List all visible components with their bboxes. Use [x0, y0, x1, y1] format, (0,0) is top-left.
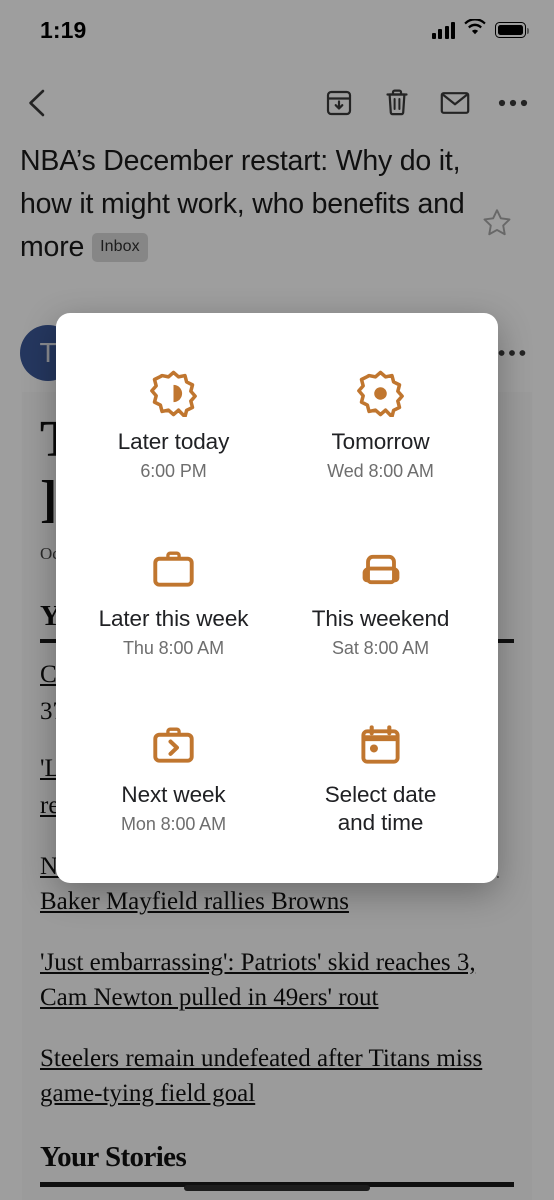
calendar-icon	[358, 724, 403, 768]
status-indicators	[431, 18, 530, 41]
snooze-option-select-date-and-time[interactable]: Select date and time	[277, 706, 484, 883]
snooze-option-time: Wed 8:00 AM	[327, 461, 434, 481]
sun-half-icon	[150, 370, 197, 417]
snooze-option-later-today[interactable]: Later today 6:00 PM	[70, 353, 277, 530]
sun-icon	[357, 370, 404, 417]
snooze-option-next-week[interactable]: Next week Mon 8:00 AM	[70, 706, 277, 883]
snooze-option-label: This weekend	[311, 605, 450, 631]
briefcase-arrow-icon	[150, 724, 197, 768]
signal-bars-icon	[431, 21, 455, 39]
snooze-option-later-this-week[interactable]: Later this week Thu 8:00 AM	[70, 530, 277, 707]
home-indicator	[184, 1185, 370, 1191]
snooze-option-label: Next week	[121, 782, 226, 808]
battery-icon	[495, 22, 530, 38]
newsletter-section-heading-2: Your Stories	[40, 1141, 187, 1173]
snooze-option-time: Mon 8:00 AM	[121, 814, 226, 835]
subject-row: NBA’s December restart: Why do it, how i…	[0, 140, 554, 269]
snooze-option-label: Select date and time	[324, 782, 437, 836]
status-time: 1:19	[40, 16, 87, 43]
snooze-option-tomorrow[interactable]: Tomorrow Wed 8:00 AM	[277, 353, 484, 530]
snooze-option-label: Later this week	[98, 605, 249, 631]
label-chip-inbox: Inbox	[92, 233, 148, 262]
wifi-icon	[464, 18, 486, 41]
briefcase-icon	[150, 548, 197, 592]
snooze-options-grid: Later today 6:00 PM Tomorrow Wed 8:00 AM	[70, 353, 484, 883]
snooze-option-time: Sat 8:00 AM	[332, 637, 429, 658]
delete-button[interactable]	[368, 74, 426, 132]
snooze-dialog: Later today 6:00 PM Tomorrow Wed 8:00 AM	[56, 313, 498, 883]
page-title: NBA’s December restart: Why do it, how i…	[20, 140, 475, 269]
list-item[interactable]: Steelers remain undefeated after Titans …	[40, 1041, 514, 1111]
sofa-icon	[356, 548, 406, 592]
list-item[interactable]: 'Just embarrassing': Patriots' skid reac…	[40, 945, 514, 1015]
snooze-option-this-weekend[interactable]: This weekend Sat 8:00 AM	[277, 530, 484, 707]
subject-text: NBA’s December restart: Why do it, how i…	[20, 145, 465, 263]
mark-unread-button[interactable]	[426, 74, 484, 132]
snooze-option-label: Tomorrow	[331, 429, 430, 454]
archive-button[interactable]	[310, 74, 368, 132]
email-toolbar	[0, 74, 554, 132]
back-button[interactable]	[8, 74, 66, 132]
star-button[interactable]	[475, 200, 519, 244]
snooze-option-time: Thu 8:00 AM	[123, 637, 224, 658]
status-bar: 1:19	[0, 0, 554, 60]
more-options-button[interactable]	[484, 74, 542, 132]
snooze-option-time: 6:00 PM	[140, 461, 207, 481]
snooze-option-label: Later today	[117, 429, 230, 454]
